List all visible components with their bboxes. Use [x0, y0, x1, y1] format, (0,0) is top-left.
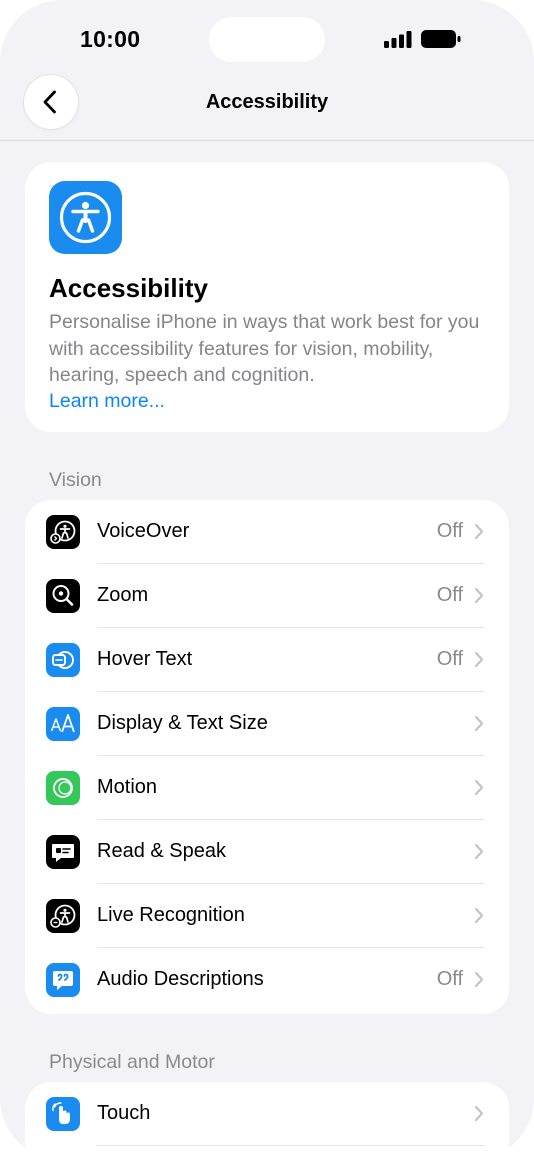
physical-motor-settings-group: Touch [25, 1082, 509, 1160]
row-label: Read & Speak [97, 840, 226, 862]
intro-title: Accessibility [49, 273, 208, 303]
phone-screen: 10:00 Accessibility Accessibility Person… [0, 0, 534, 1160]
intro-description: Personalise iPhone in ways that work bes… [49, 311, 480, 386]
chevron-right-icon [474, 715, 484, 732]
row-separator [97, 1145, 485, 1146]
zoom-icon [46, 579, 80, 613]
row-label: Hover Text [97, 648, 193, 670]
voiceover-icon [46, 515, 80, 549]
row-audio-descriptions[interactable]: Audio Descriptions Off [25, 948, 509, 1012]
status-time: 10:00 [80, 26, 141, 52]
row-voiceover[interactable]: VoiceOver Off [25, 500, 509, 564]
touch-icon [46, 1097, 80, 1131]
accessibility-intro-card: Accessibility Personalise iPhone in ways… [25, 162, 509, 432]
chevron-right-icon [474, 907, 484, 924]
row-label: Display & Text Size [97, 712, 268, 734]
row-motion[interactable]: Motion [25, 756, 509, 820]
chevron-right-icon [474, 843, 484, 860]
learn-more-link[interactable]: Learn more... [49, 390, 165, 413]
row-live-recognition[interactable]: Live Recognition [25, 884, 509, 948]
row-label: Motion [97, 776, 158, 798]
chevron-right-icon [474, 523, 484, 540]
section-header-vision: Vision [49, 469, 102, 491]
row-display-text-size[interactable]: Display & Text Size [25, 692, 509, 756]
chevron-right-icon [474, 971, 484, 988]
row-label: Touch [97, 1102, 151, 1124]
status-bar: 10:00 [0, 0, 534, 80]
section-header-physical-motor: Physical and Motor [49, 1051, 215, 1073]
row-zoom[interactable]: Zoom Off [25, 564, 509, 628]
chevron-right-icon [474, 587, 484, 604]
row-value: Off [436, 520, 463, 542]
chevron-right-icon [474, 1105, 484, 1122]
audio-descriptions-icon [46, 963, 80, 997]
hover-text-icon [46, 643, 80, 677]
accessibility-icon [49, 181, 122, 254]
row-label: Audio Descriptions [97, 968, 264, 990]
row-value: Off [436, 968, 463, 990]
navigation-bar: Accessibility [0, 72, 534, 141]
motion-icon [46, 771, 80, 805]
live-recognition-icon [46, 899, 80, 933]
row-read-speak[interactable]: Read & Speak [25, 820, 509, 884]
row-label: Live Recognition [97, 904, 245, 926]
chevron-right-icon [474, 651, 484, 668]
row-hover-text[interactable]: Hover Text Off [25, 628, 509, 692]
battery-icon [421, 30, 461, 48]
vision-settings-group: VoiceOver Off Zoom Off Hover Text Off Di… [25, 500, 509, 1014]
cellular-signal-icon [384, 31, 412, 48]
row-label: Zoom [97, 584, 149, 606]
dynamic-island [209, 17, 325, 62]
row-touch[interactable]: Touch [25, 1082, 509, 1146]
row-value: Off [436, 584, 463, 606]
display-text-size-icon [46, 707, 80, 741]
chevron-right-icon [474, 779, 484, 796]
read-speak-icon [46, 835, 80, 869]
page-title: Accessibility [205, 91, 329, 113]
row-value: Off [436, 648, 463, 670]
row-label: VoiceOver [97, 520, 190, 542]
